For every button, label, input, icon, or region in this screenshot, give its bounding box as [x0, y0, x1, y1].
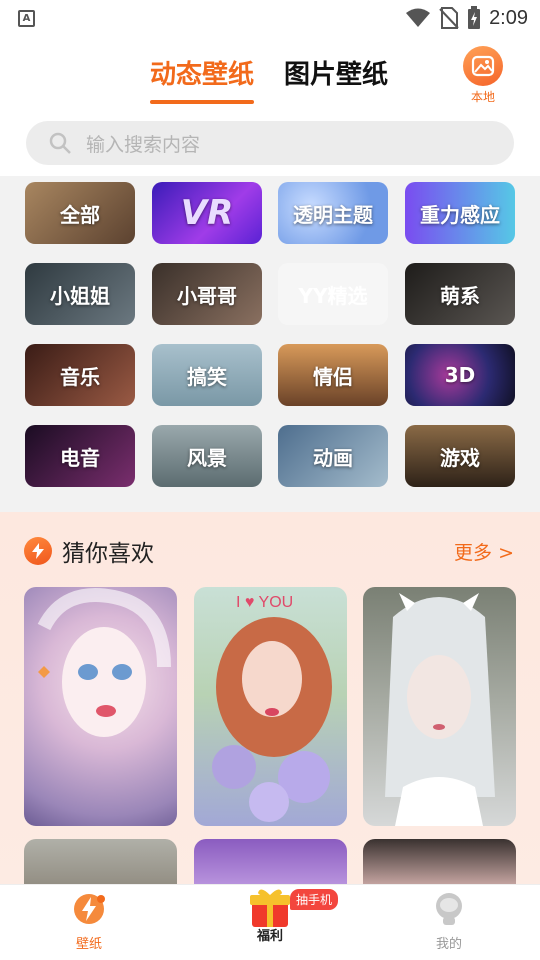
search-input[interactable]: 输入搜索内容 [26, 121, 514, 165]
category-label: 全部 [60, 202, 100, 227]
category-funny[interactable]: 搞笑 [152, 344, 262, 406]
wifi-icon [406, 8, 431, 27]
category-label: 动画 [313, 445, 353, 470]
nav-wallpaper[interactable]: 壁纸 [44, 891, 134, 952]
category-music[interactable]: 音乐 [25, 344, 135, 406]
profile-icon [436, 893, 462, 925]
category-boys[interactable]: 小哥哥 [152, 263, 262, 325]
status-icons: 2:09 [405, 6, 528, 30]
nav-welfare-label: 福利 [256, 929, 283, 944]
category-vr[interactable]: VR [152, 182, 262, 244]
tab-image-wallpaper[interactable]: 图片壁纸 [284, 54, 388, 91]
category-game[interactable]: 游戏 [405, 425, 515, 487]
clock: 2:09 [489, 6, 528, 29]
category-girls[interactable]: 小姐姐 [25, 263, 135, 325]
category-scenery[interactable]: 风景 [152, 425, 262, 487]
local-button-label: 本地 [470, 90, 495, 104]
category-label: 风景 [187, 445, 227, 470]
top-tabs: 动态壁纸 图片壁纸 本地 [0, 46, 540, 104]
bottom-navigation: 壁纸 福利 抽手机 我的 [0, 884, 540, 960]
active-tab-indicator [150, 100, 255, 104]
tab-live-wallpaper[interactable]: 动态壁纸 [150, 54, 255, 104]
wallpaper-thumbnail [385, 593, 495, 826]
guess-you-like-section: 猜你喜欢 更多 > I ♥ YOU [0, 512, 540, 899]
notification-icon: A [18, 10, 35, 27]
category-label: 游戏 [440, 445, 480, 470]
nav-profile-label: 我的 [435, 937, 462, 952]
more-link[interactable]: 更多 > [454, 538, 514, 565]
category-couple[interactable]: 情侣 [278, 344, 388, 406]
nav-wallpaper-label: 壁纸 [75, 937, 102, 952]
wallpaper-thumbnail: I ♥ YOU [212, 594, 332, 822]
section-title: 猜你喜欢 [62, 541, 154, 567]
category-label: 萌系 [440, 283, 480, 308]
search-placeholder: 输入搜索内容 [86, 133, 201, 156]
category-label: 搞笑 [187, 364, 227, 389]
wallpaper-card-2[interactable]: I ♥ YOU [194, 587, 347, 826]
category-label: 音乐 [60, 364, 100, 389]
category-label: 电音 [60, 445, 100, 470]
wallpaper-card-1[interactable] [24, 587, 177, 826]
nav-profile[interactable]: 我的 [404, 891, 494, 952]
category-label: 小姐姐 [50, 283, 110, 308]
category-label: 3D [444, 363, 476, 387]
tab-live-wallpaper-label: 动态壁纸 [150, 60, 255, 90]
category-anime[interactable]: 动画 [278, 425, 388, 487]
tab-image-wallpaper-label: 图片壁纸 [284, 60, 389, 90]
battery-charging-icon [468, 6, 481, 29]
overlay-text: I ♥ YOU [236, 594, 293, 611]
status-bar: A 2:09 [0, 0, 540, 36]
category-electronic[interactable]: 电音 [25, 425, 135, 487]
wallpaper-bolt-icon [74, 894, 105, 924]
category-label: YY精选 [298, 283, 368, 308]
category-cute[interactable]: 萌系 [405, 263, 515, 325]
gift-box-icon [250, 889, 290, 927]
wallpaper-card-3[interactable] [363, 587, 516, 826]
category-label: VR [180, 193, 234, 233]
category-grid: 全部 VR 透明主题 重力感应 小姐姐 小哥哥 YY精选 萌系 音乐 搞笑 情侣… [0, 176, 540, 512]
local-button[interactable]: 本地 [458, 46, 508, 104]
category-label: 透明主题 [293, 202, 373, 227]
category-3d[interactable]: 3D [405, 344, 515, 406]
category-transparent-theme[interactable]: 透明主题 [278, 182, 388, 244]
category-gravity[interactable]: 重力感应 [405, 182, 515, 244]
category-all[interactable]: 全部 [25, 182, 135, 244]
category-yy-featured[interactable]: YY精选 [278, 263, 388, 325]
section-header: 猜你喜欢 [24, 534, 154, 568]
no-sim-icon [439, 7, 459, 29]
category-label: 小哥哥 [177, 283, 237, 308]
bolt-icon [24, 537, 52, 565]
search-icon [49, 132, 71, 154]
lottery-badge: 抽手机 [290, 889, 339, 910]
category-label: 重力感应 [420, 202, 500, 227]
category-label: 情侣 [313, 364, 353, 389]
gallery-icon [463, 46, 503, 86]
wallpaper-thumbnail [37, 588, 171, 737]
